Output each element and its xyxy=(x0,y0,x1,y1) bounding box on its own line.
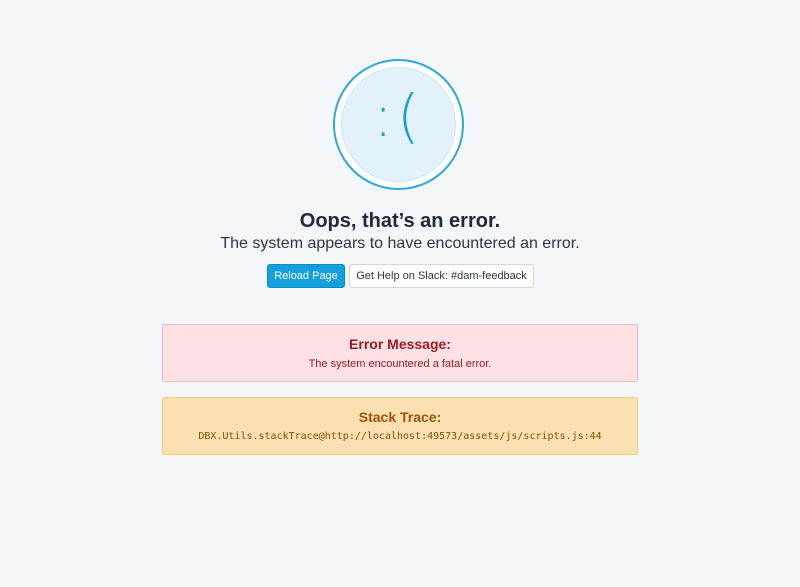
stack-trace-text: DBX.Utils.stackTrace@http://localhost:49… xyxy=(198,431,602,442)
error-headline: Oops, that’s an error. xyxy=(299,210,501,232)
stack-trace-title: Stack Trace: xyxy=(358,409,442,425)
sad-face-glyph: :( xyxy=(373,82,424,150)
sad-face-icon: :( xyxy=(333,59,464,190)
stack-trace-panel: Stack Trace: DBX.Utils.stackTrace@http:/… xyxy=(162,397,638,455)
error-message-panel: Error Message: The system encountered a … xyxy=(162,324,638,382)
reload-page-button[interactable]: Reload Page xyxy=(267,264,345,288)
action-buttons: Reload Page Get Help on Slack: #dam-feed… xyxy=(267,264,534,288)
error-message-title: Error Message: xyxy=(349,336,451,352)
error-message-text: The system encountered a fatal error. xyxy=(308,358,492,370)
error-page: :( Oops, that’s an error. The system app… xyxy=(0,0,800,587)
error-subline: The system appears to have encountered a… xyxy=(220,235,580,252)
slack-help-button[interactable]: Get Help on Slack: #dam-feedback xyxy=(349,264,534,288)
